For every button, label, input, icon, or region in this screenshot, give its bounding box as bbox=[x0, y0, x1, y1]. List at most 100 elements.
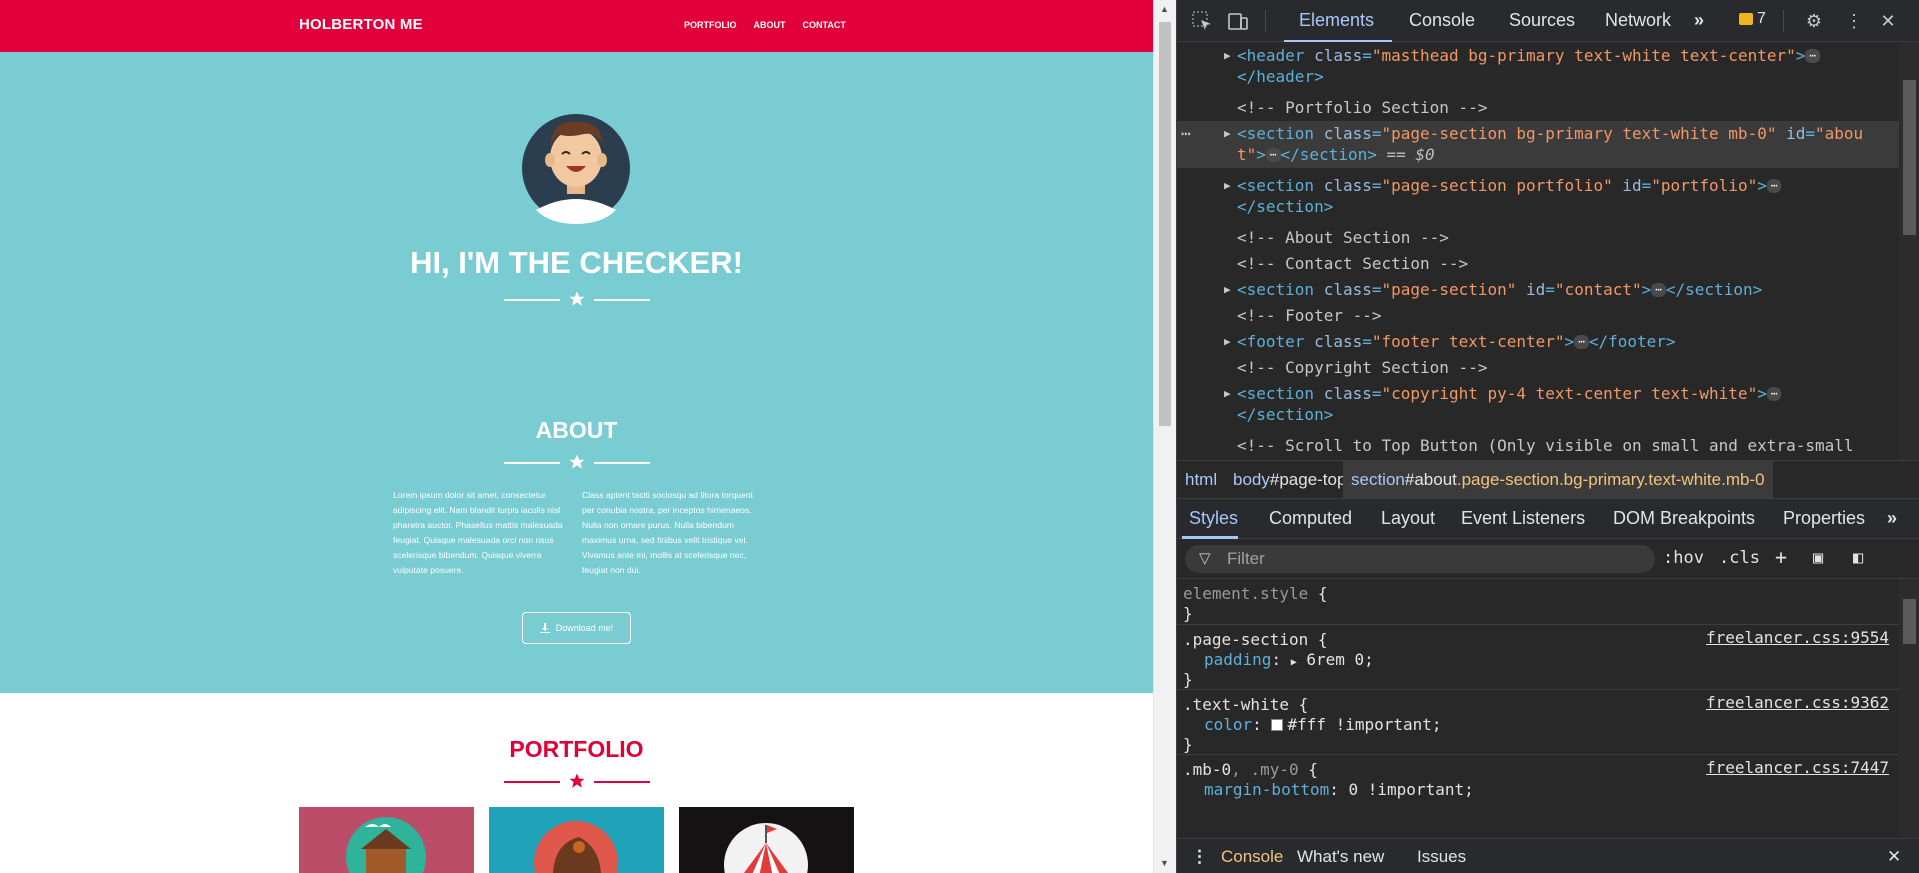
divider-line bbox=[594, 299, 650, 301]
toggle-sidebar-icon[interactable]: ◧ bbox=[1853, 548, 1863, 568]
dom-element-node[interactable]: ▶ <section class="copyright py-4 text-cen… bbox=[1177, 381, 1899, 428]
color-swatch[interactable] bbox=[1271, 719, 1284, 731]
issues-badge[interactable]: 7 bbox=[1739, 10, 1766, 28]
dom-comment-node[interactable]: <!-- Contact Section --> bbox=[1177, 251, 1899, 273]
dom-node-actions-icon[interactable]: ⋯ bbox=[1181, 121, 1191, 146]
css-value[interactable]: 0 !important; bbox=[1349, 780, 1474, 799]
drawer-menu-icon[interactable]: ⋮ bbox=[1191, 847, 1208, 867]
css-value[interactable]: #fff !important; bbox=[1287, 715, 1441, 734]
drawer-tab-whats-new[interactable]: What's new bbox=[1297, 847, 1384, 867]
rule-page-section: .page-section { freelancer.css:9554 padd… bbox=[1177, 625, 1899, 690]
crumb-tag: body bbox=[1233, 470, 1270, 489]
subtab-dom-breakpoints[interactable]: DOM Breakpoints bbox=[1613, 508, 1755, 529]
dom-element-node[interactable]: ⋯ ▶ <section class="page-section bg-primar… bbox=[1177, 121, 1899, 168]
dom-element-node[interactable]: ▶ <section class="page-section" id="conta… bbox=[1177, 277, 1899, 299]
rule-source-link[interactable]: freelancer.css:9362 bbox=[1706, 693, 1889, 712]
close-devtools-icon[interactable]: ✕ bbox=[1877, 10, 1899, 32]
scroll-up-icon[interactable]: ▲ bbox=[1160, 4, 1169, 14]
tab-console[interactable]: Console bbox=[1409, 10, 1475, 31]
dom-comment-node[interactable]: <!-- Scroll to Top Button (Only visible … bbox=[1177, 433, 1899, 455]
collapsed-content-icon[interactable]: ⋯ bbox=[1805, 49, 1820, 63]
styles-scrollbar-thumb[interactable] bbox=[1903, 599, 1916, 644]
inspect-element-icon[interactable] bbox=[1191, 10, 1213, 32]
dom-comment-node[interactable]: <!-- Copyright Section --> bbox=[1177, 355, 1899, 377]
breadcrumb-html[interactable]: html bbox=[1185, 470, 1217, 490]
breadcrumb-section[interactable]: section#about.page-section.bg-primary.te… bbox=[1343, 461, 1773, 498]
portfolio-item-cabin[interactable] bbox=[299, 807, 474, 873]
subtab-event-listeners[interactable]: Event Listeners bbox=[1461, 508, 1585, 529]
css-value[interactable]: 6rem 0; bbox=[1306, 650, 1373, 669]
nav-link-contact[interactable]: CONTACT bbox=[803, 20, 846, 30]
subtab-properties[interactable]: Properties bbox=[1783, 508, 1865, 529]
toolbar-divider bbox=[1783, 10, 1784, 32]
dom-comment-node[interactable]: <!-- Footer --> bbox=[1177, 303, 1899, 325]
cake-illustration bbox=[534, 821, 618, 873]
close-drawer-icon[interactable]: ✕ bbox=[1887, 847, 1901, 867]
tab-elements[interactable]: Elements bbox=[1299, 10, 1374, 31]
expand-triangle-icon[interactable]: ▶ bbox=[1224, 43, 1231, 68]
scroll-down-icon[interactable]: ▼ bbox=[1160, 858, 1169, 868]
dom-tree: ▶ <header class="masthead bg-primary text… bbox=[1177, 42, 1899, 460]
dom-attr-value: "page-section bg-primary text-white mb-0… bbox=[1381, 124, 1777, 143]
css-property[interactable]: padding bbox=[1204, 650, 1271, 669]
rule-selector: .page-section bbox=[1183, 630, 1309, 649]
dom-comment-node[interactable]: <!-- About Section --> bbox=[1177, 225, 1899, 247]
class-toggle[interactable]: .cls bbox=[1719, 548, 1760, 568]
download-button[interactable]: Download me! bbox=[522, 612, 631, 644]
dom-element-node[interactable]: ▶ <header class="masthead bg-primary text… bbox=[1177, 43, 1899, 90]
collapsed-content-icon[interactable]: ⋯ bbox=[1651, 283, 1666, 297]
dom-node-line: <section class="page-section" id="contac… bbox=[1237, 277, 1762, 302]
dom-element-node[interactable]: ▶ <section class="page-section portfolio"… bbox=[1177, 173, 1899, 220]
portfolio-item-circus[interactable] bbox=[679, 807, 854, 873]
drawer-tab-console[interactable]: Console bbox=[1221, 847, 1283, 867]
drawer-tab-issues[interactable]: Issues bbox=[1417, 847, 1466, 867]
more-options-icon[interactable]: ⋮ bbox=[1843, 10, 1865, 32]
dom-comment-node[interactable]: <!-- Portfolio Section --> bbox=[1177, 95, 1899, 117]
collapsed-content-icon[interactable]: ⋯ bbox=[1574, 335, 1589, 349]
rule-source-link[interactable]: freelancer.css:9554 bbox=[1706, 628, 1889, 647]
subtab-styles[interactable]: Styles bbox=[1189, 508, 1238, 529]
more-tabs-icon[interactable]: » bbox=[1694, 10, 1704, 31]
subtab-computed[interactable]: Computed bbox=[1269, 508, 1352, 529]
expand-triangle-icon[interactable]: ▶ bbox=[1224, 277, 1231, 302]
styles-scrollbar[interactable] bbox=[1899, 579, 1919, 838]
nav-link-about[interactable]: ABOUT bbox=[754, 20, 786, 30]
hover-state-toggle[interactable]: :hov bbox=[1663, 548, 1704, 568]
about-divider bbox=[504, 453, 650, 473]
brand-link[interactable]: HOLBERTON ME bbox=[299, 16, 423, 33]
expand-triangle-icon[interactable]: ▶ bbox=[1224, 329, 1231, 354]
rule-source-link[interactable]: freelancer.css:7447 bbox=[1706, 758, 1889, 777]
paint-brush-icon[interactable]: ▣ bbox=[1813, 548, 1823, 568]
css-property[interactable]: color bbox=[1204, 715, 1252, 734]
tab-network[interactable]: Network bbox=[1605, 10, 1671, 31]
device-toolbar-icon[interactable] bbox=[1227, 10, 1249, 32]
collapsed-content-icon[interactable]: ⋯ bbox=[1265, 148, 1281, 162]
dom-tag-end: </header> bbox=[1237, 67, 1324, 86]
crumb-tag: section bbox=[1351, 470, 1405, 489]
nav-links: PORTFOLIO ABOUT CONTACT bbox=[684, 20, 846, 30]
page-scrollbar-thumb[interactable] bbox=[1159, 22, 1171, 426]
crumb-id: #about bbox=[1404, 470, 1457, 489]
nav-link-portfolio[interactable]: PORTFOLIO bbox=[684, 20, 737, 30]
dom-tree-scrollbar-thumb[interactable] bbox=[1903, 80, 1916, 235]
expand-triangle-icon[interactable]: ▶ bbox=[1224, 121, 1231, 146]
breadcrumb-body[interactable]: body#page-top bbox=[1233, 470, 1346, 490]
expand-triangle-icon[interactable]: ▶ bbox=[1224, 173, 1231, 198]
divider-line bbox=[504, 781, 560, 783]
new-rule-icon[interactable]: + bbox=[1775, 545, 1787, 569]
subtab-layout[interactable]: Layout bbox=[1381, 508, 1435, 529]
more-subtabs-icon[interactable]: » bbox=[1887, 508, 1897, 529]
collapsed-content-icon[interactable]: ⋯ bbox=[1766, 387, 1782, 401]
page-scrollbar[interactable]: ▲ ▼ bbox=[1153, 0, 1176, 873]
portfolio-item-cake[interactable] bbox=[489, 807, 664, 873]
tab-sources[interactable]: Sources bbox=[1509, 10, 1575, 31]
css-property[interactable]: margin-bottom bbox=[1204, 780, 1329, 799]
dom-attr-eq: = bbox=[1805, 124, 1816, 143]
dom-attr-name: id bbox=[1526, 280, 1546, 299]
collapsed-content-icon[interactable]: ⋯ bbox=[1766, 179, 1782, 193]
styles-filter-input[interactable]: ▽ Filter bbox=[1185, 545, 1655, 573]
dom-tree-scrollbar[interactable] bbox=[1899, 42, 1919, 460]
expand-triangle-icon[interactable]: ▶ bbox=[1224, 381, 1231, 406]
settings-gear-icon[interactable]: ⚙ bbox=[1803, 10, 1825, 32]
dom-element-node[interactable]: ▶ <footer class="footer text-center"> ⋯ </f… bbox=[1177, 329, 1899, 351]
